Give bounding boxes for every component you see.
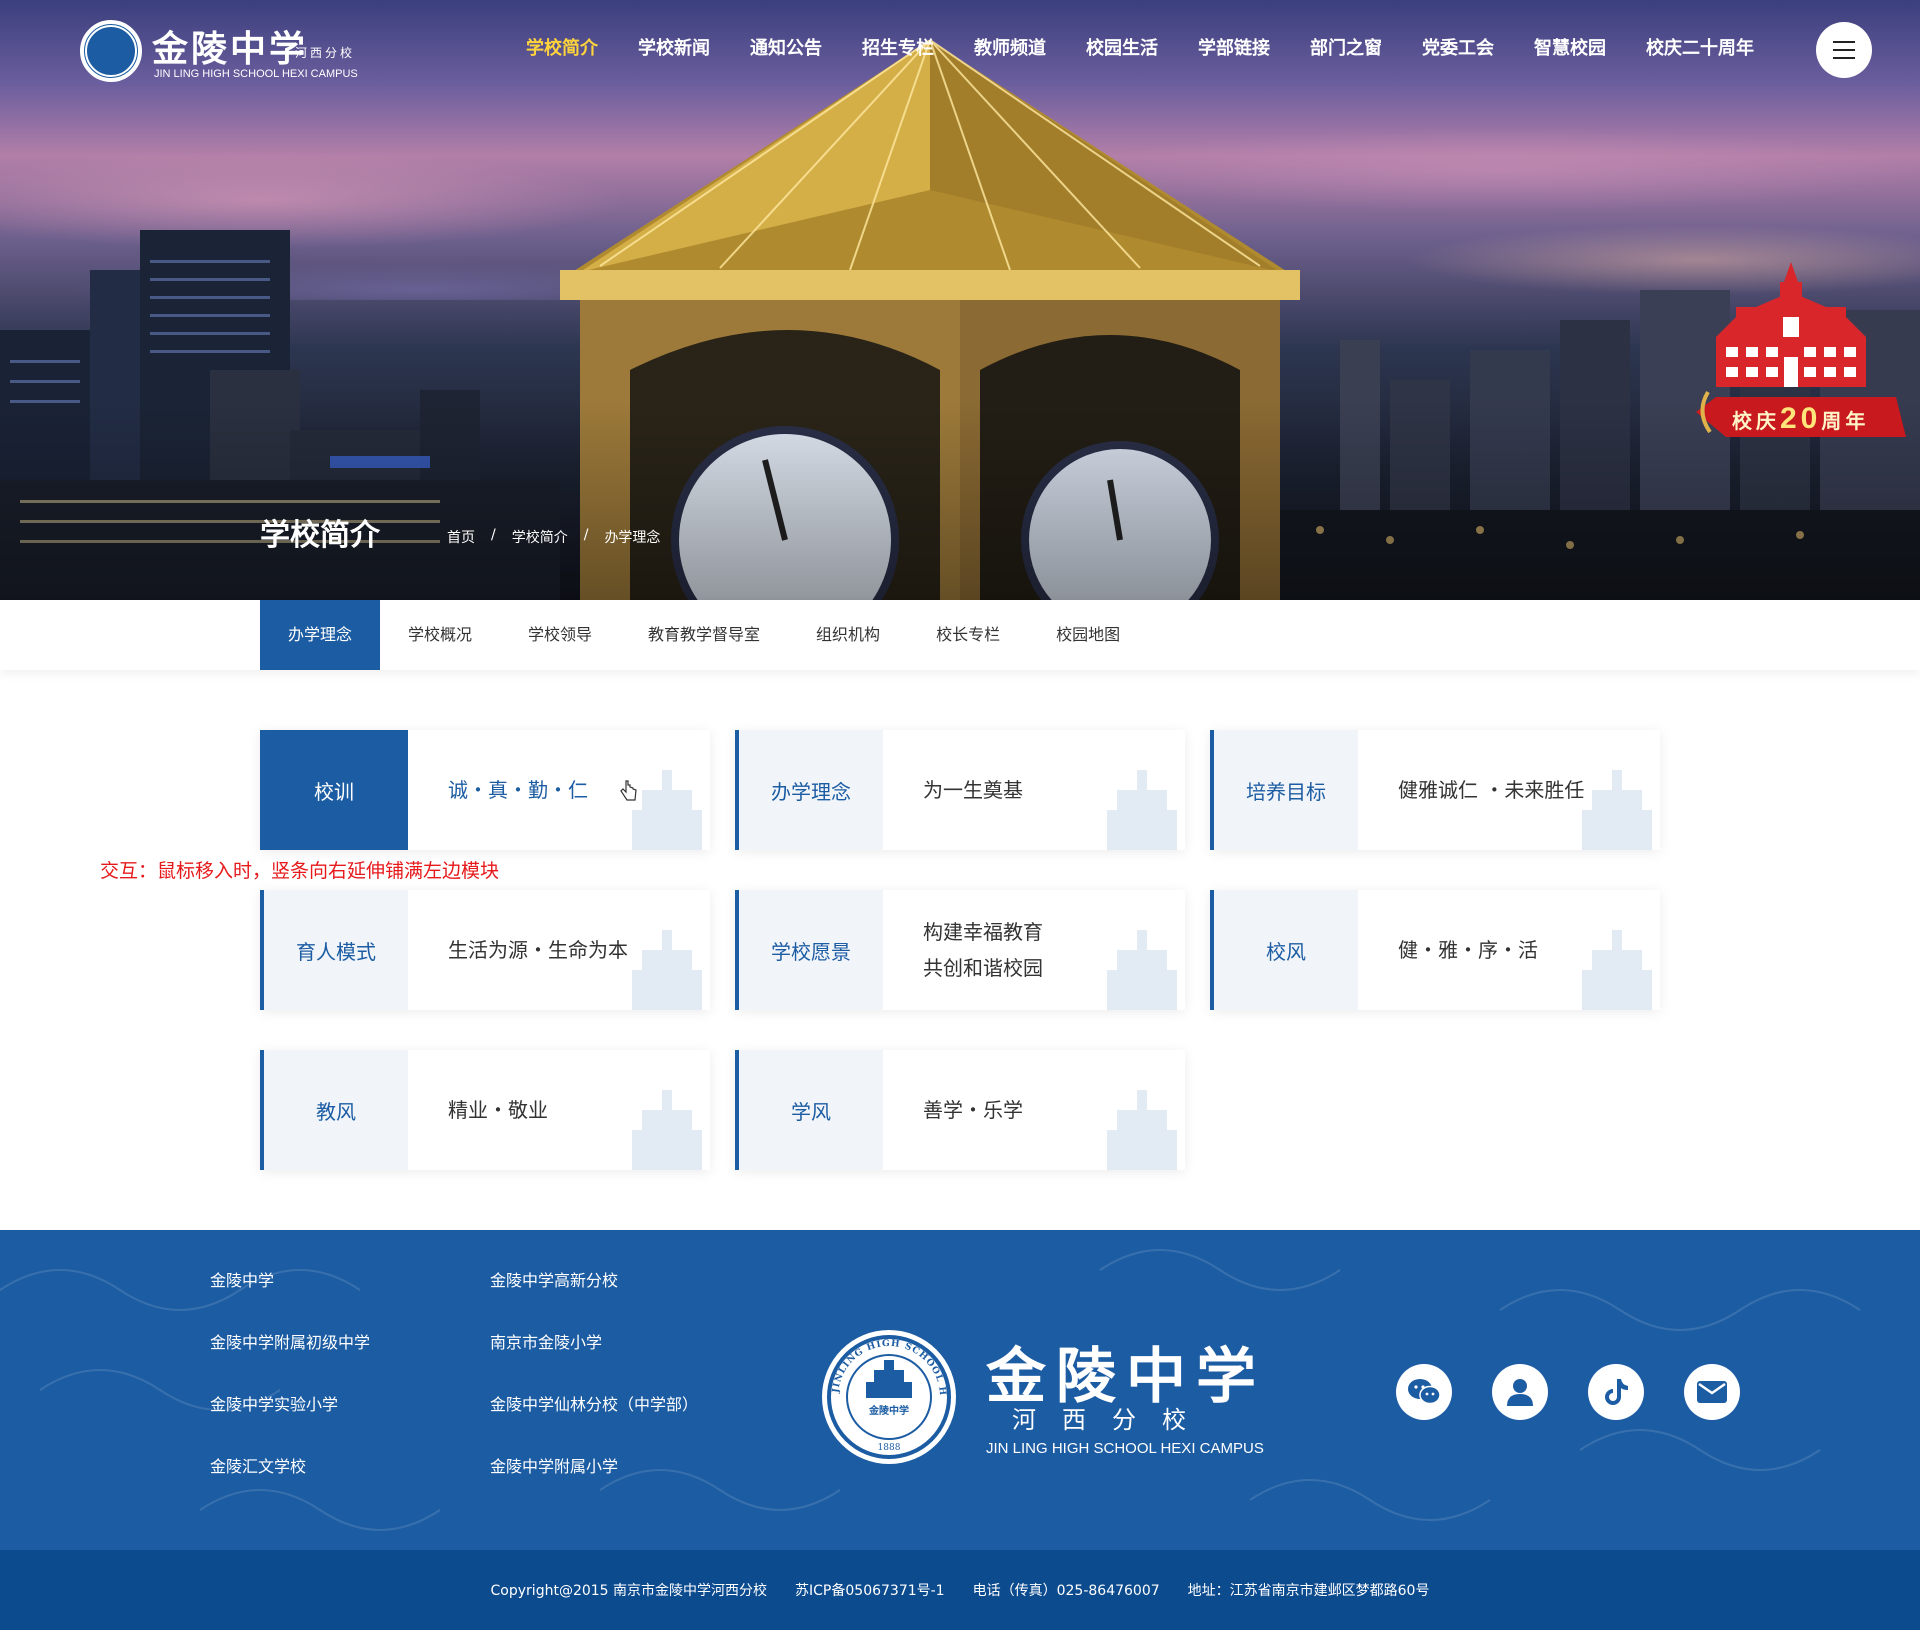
nav-item-teachers[interactable]: 教师频道 (974, 34, 1046, 64)
main-nav: 学校简介 学校新闻 通知公告 招生专栏 教师频道 校园生活 学部链接 部门之窗 … (526, 34, 1754, 64)
contact-phone: 电话（传真）025-86476007 (972, 1583, 1160, 1599)
copyright-bar: Copyright@2015 南京市金陵中学河西分校 苏ICP备05067371… (0, 1550, 1920, 1630)
footer-link[interactable]: 金陵汇文学校 (210, 1456, 370, 1518)
card-label: 办学理念 (771, 779, 851, 804)
study-style-card[interactable]: 学风 善学・乐学 (735, 1050, 1185, 1170)
user-icon[interactable] (1492, 1364, 1548, 1420)
card-label: 校风 (1266, 939, 1306, 964)
breadcrumb-separator: / (491, 527, 496, 543)
breadcrumb-current: 办学理念 (604, 530, 661, 546)
logo-english: JIN LING HIGH SCHOOL HEXI CAMPUS (154, 68, 358, 80)
subnav-philosophy[interactable]: 办学理念 (260, 600, 380, 670)
nav-item-notices[interactable]: 通知公告 (750, 34, 822, 64)
card-value: 为一生奠基 (923, 778, 1023, 802)
subnav-campus-map[interactable]: 校园地图 (1028, 600, 1148, 670)
breadcrumb: 首页 / 学校简介 / 办学理念 (447, 527, 660, 547)
subnav-supervision-office[interactable]: 教育教学督导室 (620, 600, 788, 670)
vision-card[interactable]: 学校愿景 构建幸福教育 共创和谐校园 (735, 890, 1185, 1010)
sub-navigation: 办学理念 学校概况 学校领导 教育教学督导室 组织机构 校长专栏 校园地图 (0, 600, 1920, 670)
building-watermark-icon (632, 1090, 702, 1170)
footer-link[interactable]: 金陵中学仙林分校（中学部） (490, 1394, 698, 1456)
footer-link[interactable]: 金陵中学高新分校 (490, 1270, 698, 1332)
nav-item-smart-campus[interactable]: 智慧校园 (1534, 34, 1606, 64)
card-value: 健・雅・序・活 (1398, 938, 1538, 962)
nav-item-admissions[interactable]: 招生专栏 (862, 34, 934, 64)
nav-item-party-union[interactable]: 党委工会 (1422, 34, 1494, 64)
breadcrumb-home[interactable]: 首页 (447, 527, 475, 547)
footer-links-column-1: 金陵中学 金陵中学附属初级中学 金陵中学实验小学 金陵汇文学校 (210, 1270, 370, 1518)
card-value: 健雅诚仁 ・未来胜任 (1398, 778, 1585, 802)
hero-shade (0, 400, 1920, 600)
mail-icon[interactable] (1684, 1364, 1740, 1420)
card-label: 学风 (791, 1099, 831, 1124)
motto-card[interactable]: 校训 诚・真・勤・仁 (260, 730, 710, 850)
training-goal-card[interactable]: 培养目标 健雅诚仁 ・未来胜任 (1210, 730, 1660, 850)
building-watermark-icon (1107, 930, 1177, 1010)
footer-logo-english: JIN LING HIGH SCHOOL HEXI CAMPUS (986, 1440, 1264, 1457)
contact-address: 地址：江苏省南京市建邺区梦都路60号 (1187, 1583, 1430, 1599)
site-logo[interactable]: 金陵中学 河西分校 JIN LING HIGH SCHOOL HEXI CAMP… (80, 18, 370, 84)
card-value: 诚・真・勤・仁 (448, 778, 588, 802)
footer-link[interactable]: 金陵中学附属初级中学 (210, 1332, 370, 1394)
interaction-annotation: 交互：鼠标移入时，竖条向右延伸铺满左边模块 (100, 860, 500, 882)
nav-item-campus-life[interactable]: 校园生活 (1086, 34, 1158, 64)
building-watermark-icon (1582, 770, 1652, 850)
hamburger-menu-icon[interactable] (1816, 22, 1872, 78)
education-model-card[interactable]: 育人模式 生活为源・生命为本 (260, 890, 710, 1010)
card-value: 生活为源・生命为本 (448, 938, 628, 962)
nav-item-divisions[interactable]: 学部链接 (1198, 34, 1270, 64)
building-watermark-icon (1582, 930, 1652, 1010)
building-watermark-icon (632, 770, 702, 850)
seal-center-text: 金陵中学 (868, 1404, 909, 1417)
hand-cursor-icon (620, 780, 637, 801)
anniversary-badge[interactable]: 校庆20周年 (1696, 262, 1906, 452)
nav-item-anniversary[interactable]: 校庆二十周年 (1646, 34, 1754, 64)
logo-title: 金陵中学 (152, 28, 309, 70)
card-label: 培养目标 (1246, 779, 1326, 804)
copyright-text: Copyright@2015 南京市金陵中学河西分校 (490, 1583, 768, 1599)
logo-subtitle: 河西分校 (295, 46, 356, 60)
footer-seal-logo: JINLING HIGH SCHOOL HEXI CAMPUS 金陵中学 188… (817, 1323, 956, 1464)
card-label: 校训 (314, 779, 354, 804)
logo-seal-icon (80, 20, 142, 82)
nav-item-school-intro[interactable]: 学校简介 (526, 34, 598, 64)
footer-link[interactable]: 南京市金陵小学 (490, 1332, 698, 1394)
footer-logo-subtitle: 河西分校 (1012, 1406, 1212, 1434)
card-label: 学校愿景 (771, 939, 851, 964)
anniversary-badge-text: 校庆20周年 (1732, 402, 1870, 435)
building-watermark-icon (632, 930, 702, 1010)
subnav-overview[interactable]: 学校概况 (380, 600, 500, 670)
building-watermark-icon (1107, 770, 1177, 850)
teaching-style-card[interactable]: 教风 精业・敬业 (260, 1050, 710, 1170)
seal-year: 1888 (878, 1443, 901, 1453)
card-label: 教风 (316, 1099, 356, 1124)
icp-number[interactable]: 苏ICP备05067371号-1 (795, 1580, 945, 1600)
footer-links-column-2: 金陵中学高新分校 南京市金陵小学 金陵中学仙林分校（中学部） 金陵中学附属小学 (490, 1270, 698, 1518)
breadcrumb-separator: / (583, 527, 589, 543)
card-value: 善学・乐学 (923, 1098, 1023, 1122)
nav-item-departments[interactable]: 部门之窗 (1310, 34, 1382, 64)
tiktok-icon[interactable] (1588, 1364, 1644, 1420)
subnav-principal-column[interactable]: 校长专栏 (908, 600, 1028, 670)
site-footer: 金陵中学 金陵中学附属初级中学 金陵中学实验小学 金陵汇文学校 金陵中学高新分校… (0, 1230, 1920, 1550)
subnav-organization[interactable]: 组织机构 (788, 600, 908, 670)
subnav-leadership[interactable]: 学校领导 (500, 600, 620, 670)
card-label: 育人模式 (296, 939, 376, 964)
building-watermark-icon (1107, 1090, 1177, 1170)
card-value: 构建幸福教育 共创和谐校园 (923, 920, 1043, 980)
hero-banner: 金陵中学 河西分校 JIN LING HIGH SCHOOL HEXI CAMP… (0, 0, 1920, 600)
breadcrumb-school-intro[interactable]: 学校简介 (512, 527, 568, 547)
nav-item-news[interactable]: 学校新闻 (638, 34, 710, 64)
footer-link[interactable]: 金陵中学实验小学 (210, 1394, 370, 1456)
card-value: 精业・敬业 (448, 1098, 548, 1122)
page-title: 学校简介 (260, 518, 380, 553)
philosophy-card[interactable]: 办学理念 为一生奠基 (735, 730, 1185, 850)
school-spirit-card[interactable]: 校风 健・雅・序・活 (1210, 890, 1660, 1010)
wechat-icon[interactable] (1396, 1364, 1452, 1420)
footer-link[interactable]: 金陵中学 (210, 1270, 370, 1332)
footer-link[interactable]: 金陵中学附属小学 (490, 1456, 698, 1518)
